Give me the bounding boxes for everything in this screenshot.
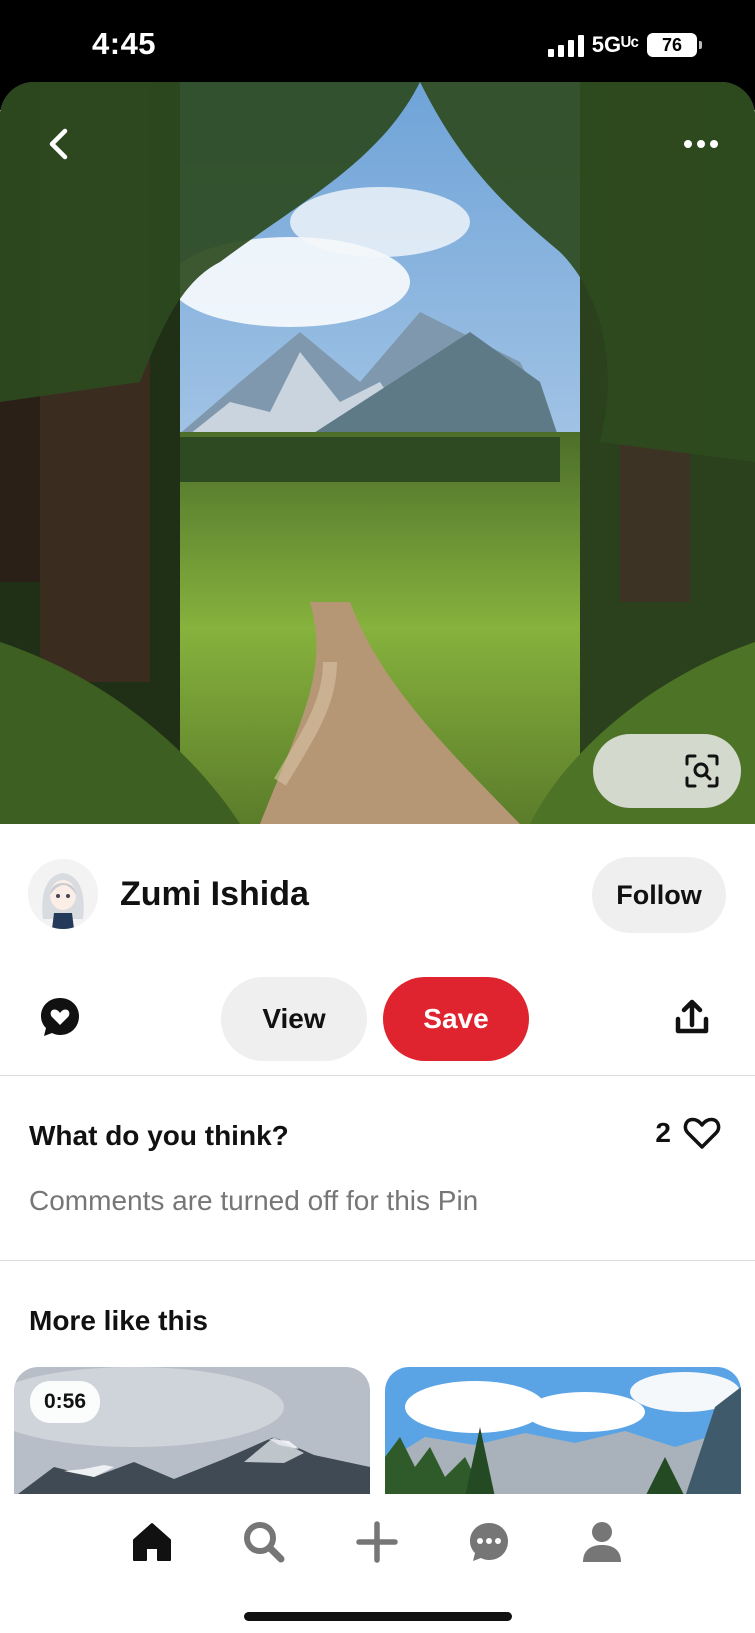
divider xyxy=(0,1260,755,1261)
network-label: 5Gᵁᶜ xyxy=(591,32,639,57)
related-pin-card[interactable]: 0:56 xyxy=(14,1367,370,1497)
plus-icon xyxy=(356,1521,398,1563)
forest-trail-image xyxy=(0,82,755,824)
chevron-left-icon xyxy=(49,128,68,160)
creator-name[interactable]: Zumi Ishida xyxy=(120,875,309,914)
comments-title: What do you think? xyxy=(29,1120,289,1151)
profile-icon xyxy=(583,1522,621,1562)
nav-profile[interactable] xyxy=(574,1514,630,1570)
nav-messages[interactable] xyxy=(461,1514,517,1570)
alpine-forest-thumbnail xyxy=(385,1367,741,1497)
follow-button[interactable]: Follow xyxy=(592,857,726,933)
more-options-button[interactable] xyxy=(677,130,725,158)
battery-icon: 76 xyxy=(647,33,702,57)
nav-create[interactable] xyxy=(349,1514,405,1570)
home-icon xyxy=(133,1523,171,1561)
like-count: 2 xyxy=(655,1117,671,1148)
divider xyxy=(0,1075,755,1076)
nav-search[interactable] xyxy=(236,1514,292,1570)
react-button[interactable] xyxy=(38,995,82,1039)
search-icon xyxy=(244,1522,285,1563)
battery-level: 76 xyxy=(661,34,683,55)
more-horizontal-icon xyxy=(684,140,692,148)
pin-image[interactable] xyxy=(0,82,755,824)
view-button[interactable]: View xyxy=(221,977,367,1061)
more-like-this-title: More like this xyxy=(29,1305,208,1336)
heart-bubble-icon xyxy=(41,998,79,1036)
status-indicators: 5Gᵁᶜ 76 xyxy=(547,32,702,58)
share-icon xyxy=(675,999,709,1034)
action-row: View Save xyxy=(0,975,755,1061)
creator-row: Zumi Ishida Follow xyxy=(0,855,755,937)
chat-icon xyxy=(470,1523,508,1561)
signal-icon xyxy=(547,33,584,57)
likes[interactable]: 2 xyxy=(655,1116,721,1150)
visual-search-icon xyxy=(685,754,719,788)
comments-disabled-note: Comments are turned off for this Pin xyxy=(29,1185,479,1216)
home-indicator xyxy=(244,1612,512,1621)
video-duration-badge: 0:56 xyxy=(30,1381,101,1423)
share-button[interactable] xyxy=(672,997,712,1037)
heart-outline-icon xyxy=(683,1117,721,1149)
related-pin-card[interactable] xyxy=(385,1367,741,1497)
back-button[interactable] xyxy=(36,122,80,166)
avatar-image xyxy=(28,859,98,929)
save-button[interactable]: Save xyxy=(383,977,529,1061)
avatar[interactable] xyxy=(28,859,98,929)
visual-search-button[interactable] xyxy=(593,734,741,808)
nav-home[interactable] xyxy=(124,1514,180,1570)
status-time: 4:45 xyxy=(92,26,157,61)
bottom-nav xyxy=(0,1494,755,1633)
